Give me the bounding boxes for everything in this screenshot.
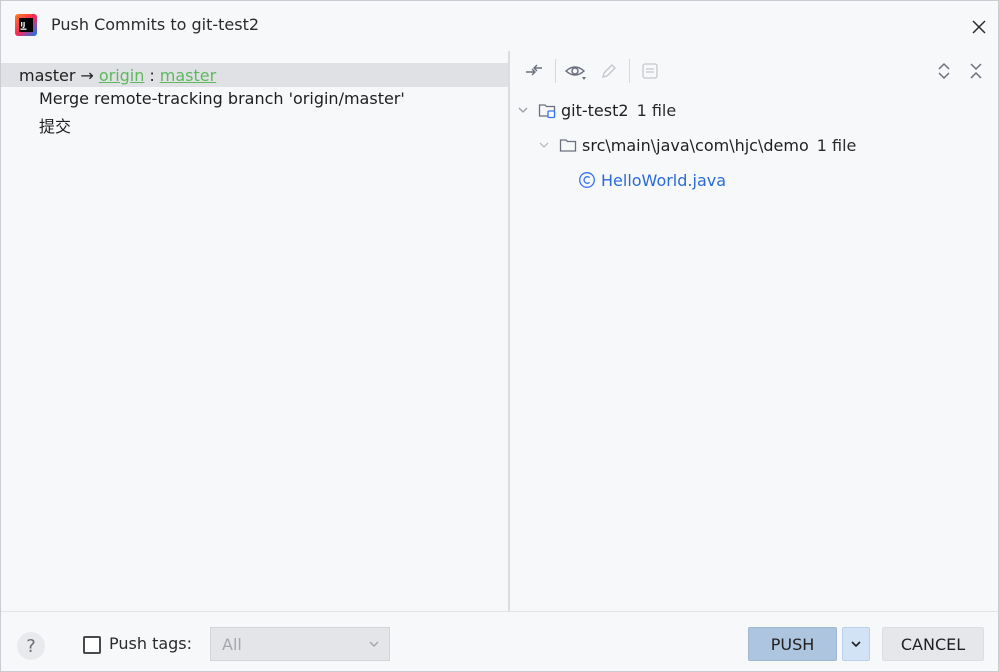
eye-icon [564,66,586,80]
chevron-down-icon [369,641,379,647]
collapse-all-icon [970,63,982,79]
toolbar-divider [555,59,556,83]
intellij-logo-icon: IJ [15,14,37,36]
collapse-all-button[interactable] [964,59,988,83]
title-bar: IJ Push Commits to git-test2 [1,1,998,51]
folder-file-count: 1 file [816,135,857,155]
push-tags-checkbox[interactable] [83,636,101,654]
remote-link[interactable]: origin [99,66,145,85]
compare-button[interactable] [522,59,546,83]
push-tags-label: Push tags: [109,634,193,653]
tree-node-file[interactable]: HelloWorld.java [578,168,726,192]
tree-node-root[interactable]: git-test2 1 file [516,98,676,122]
toolbar-divider [629,59,630,83]
folder-icon [559,139,577,152]
cancel-button[interactable]: CANCEL [882,627,984,661]
edit-source-button[interactable] [597,59,621,83]
root-file-count: 1 file [636,100,677,120]
java-class-icon [579,172,595,188]
commit-item[interactable]: Merge remote-tracking branch 'origin/mas… [39,89,405,108]
commit-item[interactable]: 提交 [39,113,71,137]
commits-pane: master → origin : master Merge remote-tr… [1,51,508,611]
close-button[interactable] [967,15,991,39]
tags-select[interactable]: All [210,627,390,661]
chevron-down-icon [851,641,861,648]
push-button[interactable]: PUSH [748,627,837,661]
window-title: Push Commits to git-test2 [51,15,260,34]
show-diff-button[interactable] [638,59,662,83]
push-commits-dialog: IJ Push Commits to git-test2 master → or… [0,0,999,672]
svg-text:IJ: IJ [21,21,26,29]
edit-icon [602,64,616,78]
module-folder-icon [538,104,556,119]
view-options-button[interactable] [564,59,588,83]
local-branch: master [19,65,76,85]
help-icon: ? [26,635,36,657]
tree-node-folder[interactable]: src\main\java\com\hjc\demo 1 file [537,133,856,157]
remote-branch-link[interactable]: master [160,66,216,85]
arrow-right-icon: → [80,65,94,85]
remote-separator: : [149,65,155,85]
expand-all-icon [938,62,950,80]
help-button[interactable]: ? [17,632,45,660]
push-button-label: PUSH [770,634,815,654]
show-diff-icon [642,63,658,79]
expand-all-button[interactable] [932,59,956,83]
folder-path: src\main\java\com\hjc\demo [582,135,809,155]
changes-pane: git-test2 1 file src\main\java\com\hjc\d… [510,51,998,611]
root-name: git-test2 [561,100,629,120]
dialog-footer: ? Push tags: All PUSH CANCEL [1,611,998,671]
push-options-dropdown[interactable] [842,627,870,661]
chevron-down-icon[interactable] [516,103,530,117]
compare-arrows-icon [526,64,542,76]
changes-toolbar [510,51,998,91]
close-icon [972,20,986,34]
file-name: HelloWorld.java [601,170,727,190]
chevron-down-icon[interactable] [537,138,551,152]
tags-select-value: All [222,634,242,654]
cancel-button-label: CANCEL [900,634,966,654]
push-target-row[interactable]: master → origin : master [1,63,508,87]
